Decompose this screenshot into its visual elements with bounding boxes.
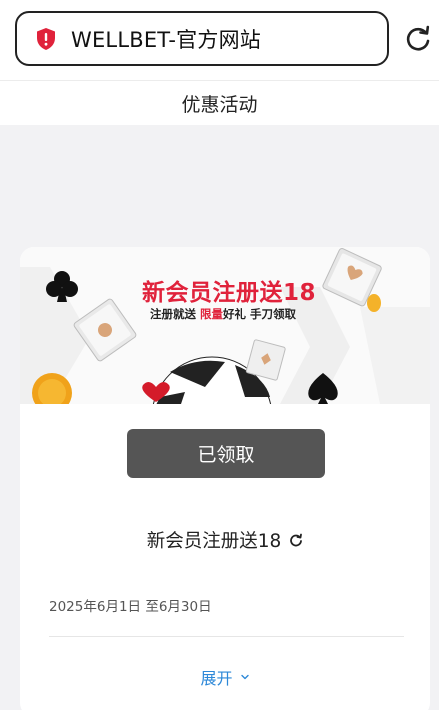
banner-subtitle: 注册就送 限量好礼 手刀领取	[150, 306, 296, 322]
divider	[49, 636, 404, 637]
banner-sub-a: 注册就送	[150, 307, 196, 321]
refresh-icon[interactable]	[289, 533, 303, 547]
page-header: 优惠活动	[0, 80, 439, 125]
banner-artwork	[20, 248, 430, 404]
expand-label: 展开	[200, 669, 233, 688]
banner-title-text: 新会员注册送18	[142, 280, 317, 306]
promo-banner[interactable]: 新会员注册送18 注册就送 限量好礼 手刀领取	[20, 247, 430, 404]
security-shield-icon	[37, 27, 55, 50]
reload-icon[interactable]	[404, 25, 432, 53]
promo-card: 新会员注册送18 注册就送 限量好礼 手刀领取 已领取 新会员注册送18 202…	[20, 247, 430, 710]
banner-title: 新会员注册送18	[142, 273, 316, 307]
promo-name-row: 新会员注册送18	[20, 527, 430, 553]
browser-toolbar: WELLBET-官方网站	[0, 0, 439, 80]
promo-date-range: 2025年6月1日 至6月30日	[49, 599, 212, 615]
chevron-down-icon	[240, 674, 249, 680]
address-bar[interactable]: WELLBET-官方网站	[15, 11, 389, 66]
claimed-button[interactable]: 已领取	[127, 429, 325, 478]
promo-name: 新会员注册送18	[146, 531, 282, 552]
page-title: 优惠活动	[181, 93, 258, 116]
expand-toggle[interactable]: 展开	[20, 665, 430, 689]
url-text: WELLBET-官方网站	[71, 27, 261, 52]
banner-sub-highlight: 限量	[200, 307, 224, 321]
banner-sub-b: 好礼 手刀领取	[223, 307, 297, 321]
